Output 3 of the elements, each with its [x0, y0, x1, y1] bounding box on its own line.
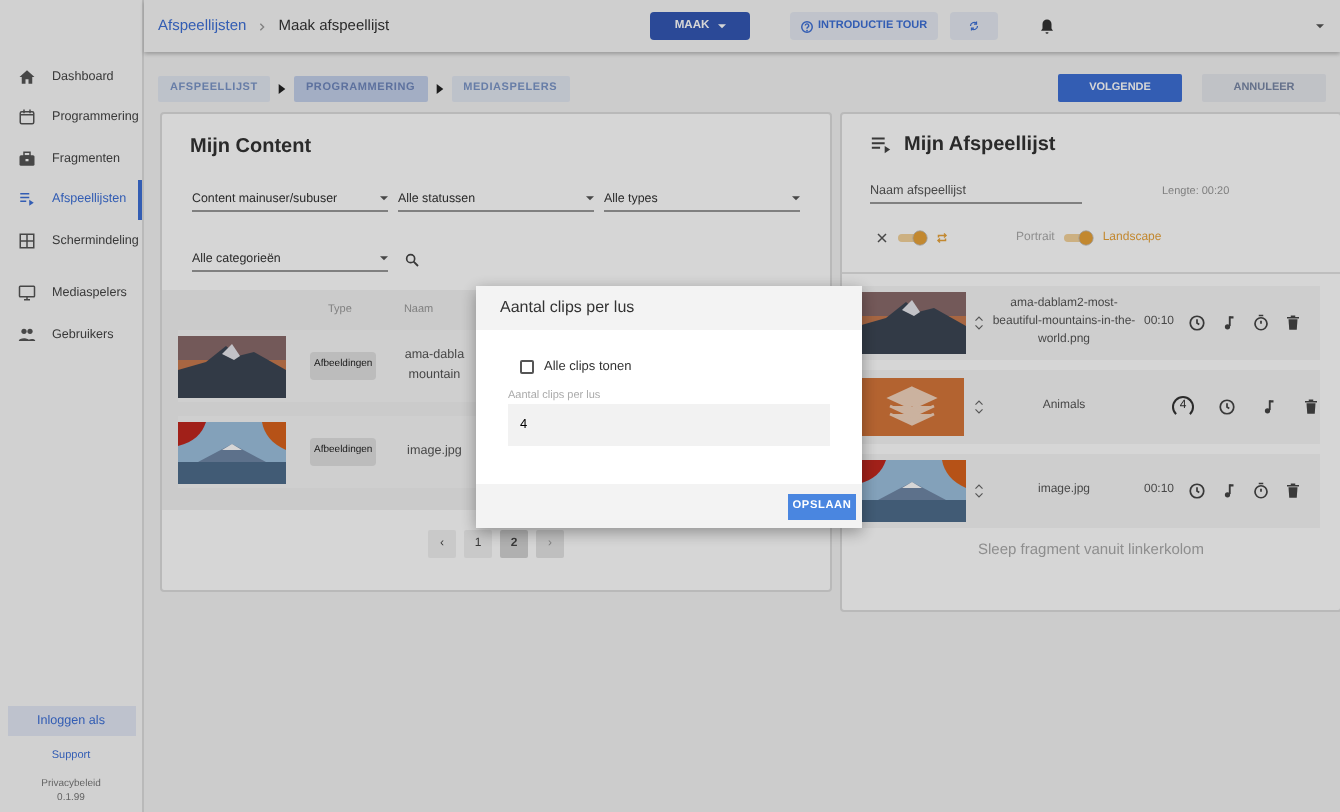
panel-title: Mijn Afspeellijst — [904, 132, 1056, 160]
panel-title: Mijn Content — [190, 134, 314, 162]
dialog-title: Aantal clips per lus — [476, 286, 862, 330]
